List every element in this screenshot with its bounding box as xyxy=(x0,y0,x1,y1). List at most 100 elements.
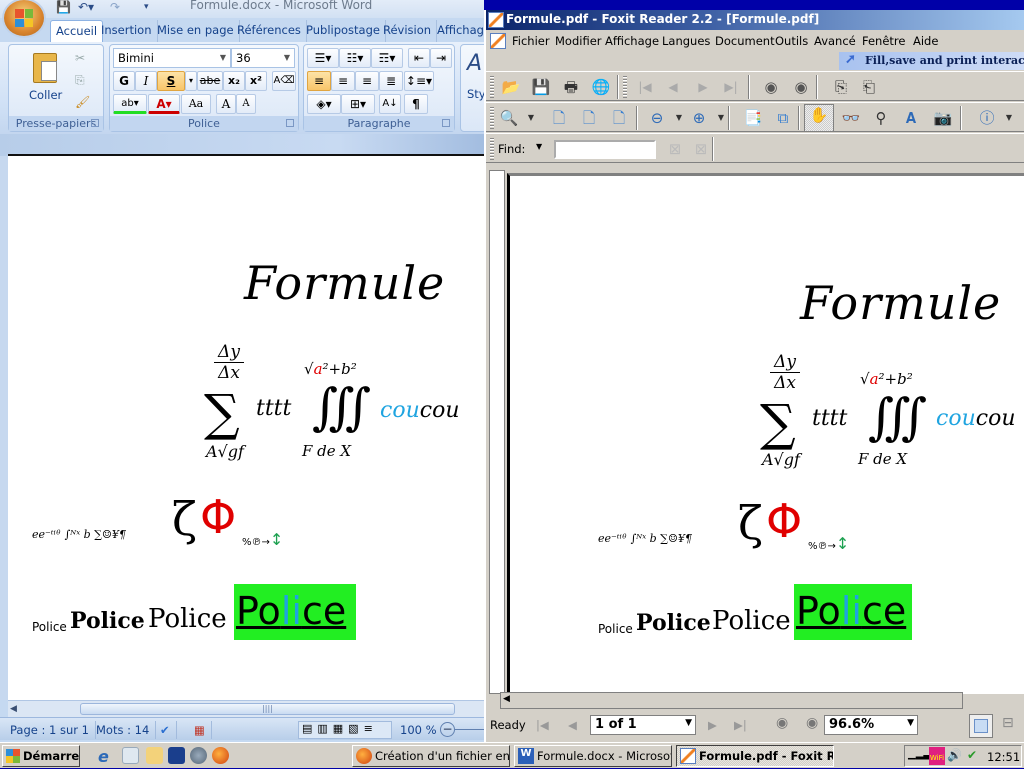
zoom-combo[interactable]: 96.6% ▼ xyxy=(824,715,918,735)
prev-page-icon[interactable]: ◀ xyxy=(568,718,577,732)
italic-button[interactable]: I xyxy=(135,71,157,91)
proofing-icon[interactable]: ✔ xyxy=(154,721,177,739)
toolbar-grip[interactable] xyxy=(623,76,627,98)
hand-tool-icon[interactable]: ✋ xyxy=(804,104,834,132)
rotate-cw-icon[interactable]: ⎘ xyxy=(830,77,852,97)
tab-mise-en-page[interactable]: Mise en page xyxy=(152,20,240,42)
tab-affichage[interactable]: Affichag xyxy=(432,20,484,42)
line-spacing-button[interactable]: ↕≡▾ xyxy=(404,71,434,91)
chevron-down-icon[interactable]: ▼ xyxy=(536,142,542,151)
font-size-combo[interactable]: 36 ▼ xyxy=(231,48,295,68)
superscript-button[interactable]: x² xyxy=(245,71,267,91)
paste-icon[interactable] xyxy=(33,53,57,83)
find-prev-icon[interactable]: ⊠ xyxy=(664,139,686,159)
chevron-down-icon[interactable]: ▼ xyxy=(998,108,1020,128)
customize-icon[interactable]: ▾ xyxy=(144,2,149,18)
rotate-ccw-icon[interactable]: ⎗ xyxy=(858,77,880,97)
scroll-left-icon[interactable]: ◀ xyxy=(10,704,17,714)
pdf-page[interactable]: Formule Δy Δx ∑ A√gf tttt √a²+b² ∭ F de … xyxy=(507,173,1024,694)
safely-remove-icon[interactable]: ✔ xyxy=(967,748,977,762)
tab-references[interactable]: Références xyxy=(232,20,307,42)
horizontal-scrollbar[interactable]: ◀ |||| xyxy=(8,700,484,717)
undo-icon[interactable]: ↶▾ xyxy=(78,0,94,16)
single-page-view-button[interactable] xyxy=(969,714,993,738)
clear-formatting-icon[interactable]: A⌫ xyxy=(272,71,296,91)
menu-langues[interactable]: Langues xyxy=(662,34,710,48)
menu-fenetre[interactable]: Fenêtre xyxy=(862,34,905,48)
decrease-indent-button[interactable]: ⇤ xyxy=(408,48,430,68)
word-count[interactable]: Mots : 14 xyxy=(90,721,157,739)
font-name-combo[interactable]: Bimini ▼ xyxy=(113,48,231,68)
last-page-icon[interactable]: ▶| xyxy=(734,718,747,732)
compass-icon[interactable] xyxy=(190,747,207,764)
format-painter-icon[interactable]: 🖌 xyxy=(75,95,90,109)
fit-width-icon[interactable]: 🗋 xyxy=(608,108,630,128)
info-icon[interactable]: ⓘ xyxy=(976,108,998,128)
find-icon[interactable]: ⚲ xyxy=(870,108,892,128)
word-document-page[interactable]: Formule Δy Δx ∑ A√gf tttt √a²+b² ∭ F de … xyxy=(8,156,484,700)
menu-modifier[interactable]: Modifier xyxy=(555,34,602,48)
shrink-font-button[interactable]: A xyxy=(236,94,256,114)
shading-button[interactable]: ◈▾ xyxy=(307,94,341,114)
signal-icon[interactable]: ▁▂▃ xyxy=(908,749,931,760)
full-screen-icon[interactable]: ⧉ xyxy=(772,108,794,128)
bullets-button[interactable]: ☰▾ xyxy=(307,48,339,68)
scroll-thumb[interactable]: |||| xyxy=(80,703,455,715)
font-color-button[interactable]: A▾ xyxy=(148,94,180,114)
subscript-button[interactable]: x₂ xyxy=(223,71,245,91)
side-panel-handle[interactable] xyxy=(489,170,505,694)
continuous-view-icon[interactable]: ⊟ xyxy=(1002,715,1014,731)
ie-icon[interactable]: e xyxy=(98,747,115,766)
scroll-left-icon[interactable]: ◀ xyxy=(503,694,510,704)
foxit-app-icon[interactable] xyxy=(488,12,504,28)
zoom-slider[interactable] xyxy=(455,729,484,730)
zoom-out-icon[interactable]: ⊖ xyxy=(646,108,668,128)
select-text-icon[interactable]: 𝐀 xyxy=(900,108,922,128)
grow-font-button[interactable]: A xyxy=(216,94,236,114)
find-next-icon[interactable]: ⊠ xyxy=(690,139,712,159)
align-left-button[interactable]: ≡ xyxy=(307,71,331,91)
firefox-icon[interactable] xyxy=(212,747,229,764)
sort-button[interactable]: A↓ xyxy=(379,94,401,114)
tab-insertion[interactable]: Insertion xyxy=(96,20,158,42)
forward-icon[interactable]: ◉ xyxy=(806,715,818,731)
save-icon[interactable]: 💾 xyxy=(530,77,552,97)
menu-affichage[interactable]: Affichage xyxy=(605,34,659,48)
numbering-button[interactable]: ☷▾ xyxy=(339,48,371,68)
menu-aide[interactable]: Aide xyxy=(913,34,938,48)
email-icon[interactable]: 🌐 xyxy=(590,77,612,97)
view-buttons[interactable]: ▤▥▦▧≡ xyxy=(298,721,392,739)
single-page-icon[interactable]: 🗋 xyxy=(548,108,570,128)
desktop-icon[interactable] xyxy=(168,747,185,764)
last-page-icon[interactable]: ▶| xyxy=(720,77,742,97)
toolbar-grip[interactable] xyxy=(490,76,494,98)
dialog-launcher-icon[interactable] xyxy=(442,119,450,127)
tab-publipostage[interactable]: Publipostage xyxy=(301,20,386,42)
page-count[interactable]: Page : 1 sur 1 xyxy=(4,721,96,739)
show-formatting-button[interactable]: ¶ xyxy=(404,94,428,114)
underline-dropdown[interactable]: ▾ xyxy=(185,71,197,91)
page-number-combo[interactable]: 1 of 1 ▼ xyxy=(590,715,696,735)
chevron-down-icon[interactable]: ▼ xyxy=(668,108,690,128)
zoom-out-button[interactable]: − xyxy=(440,722,455,737)
styles-icon[interactable]: A xyxy=(467,51,482,76)
snapshot-icon[interactable]: 📷 xyxy=(932,108,954,128)
cut-icon[interactable]: ✂ xyxy=(75,51,85,65)
office-button[interactable] xyxy=(4,0,44,36)
borders-button[interactable]: ⊞▾ xyxy=(341,94,375,114)
toolbar-grip[interactable] xyxy=(490,138,494,160)
back-icon[interactable]: ◉ xyxy=(760,77,782,97)
next-page-icon[interactable]: ▶ xyxy=(692,77,714,97)
volume-icon[interactable]: 🔊 xyxy=(947,748,962,762)
task-foxit[interactable]: Formule.pdf - Foxit R... xyxy=(676,745,834,767)
menu-avance[interactable]: Avancé xyxy=(814,34,856,48)
text-viewer-icon[interactable]: 👓 xyxy=(840,108,862,128)
redo-icon[interactable]: ↷ xyxy=(110,0,120,16)
first-page-icon[interactable]: |◀ xyxy=(634,77,656,97)
forward-icon[interactable]: ◉ xyxy=(790,77,812,97)
increase-indent-button[interactable]: ⇥ xyxy=(430,48,452,68)
wifi-icon[interactable]: WiFi xyxy=(929,747,945,765)
start-button[interactable]: Démarrer xyxy=(2,745,80,767)
explorer-icon[interactable] xyxy=(146,747,163,764)
document-icon[interactable] xyxy=(490,33,506,49)
